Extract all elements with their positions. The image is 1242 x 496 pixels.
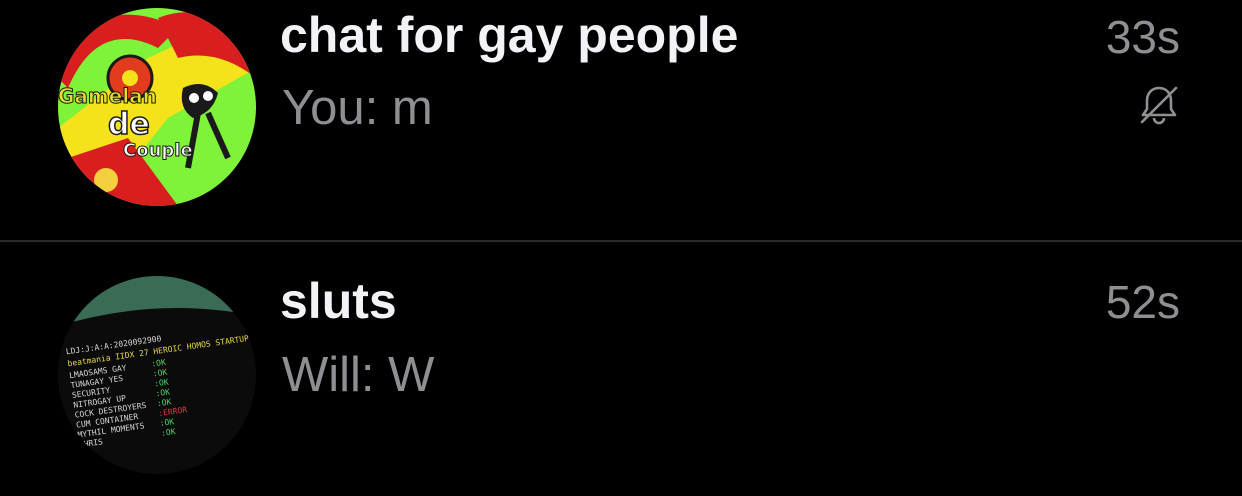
timestamp: 33s xyxy=(1105,11,1180,63)
group-avatar: LDJ:J:A:A:2020092900 beatmania IIDX 27 H… xyxy=(58,276,256,474)
bell-slash-icon xyxy=(1140,86,1178,125)
terminal-screen-avatar-icon: LDJ:J:A:A:2020092900 beatmania IIDX 27 H… xyxy=(58,276,256,474)
message-preview: You: m xyxy=(282,81,433,135)
sticker-art-avatar-icon: Gamelan de Couple xyxy=(58,8,256,206)
chat-title: chat for gay people xyxy=(280,7,739,63)
message-preview: Will: W xyxy=(282,348,435,402)
group-avatar: Gamelan de Couple xyxy=(58,8,256,206)
chat-title: sluts xyxy=(280,273,397,329)
avatar-text-line: Gamelan xyxy=(58,84,157,108)
chat-list-item[interactable]: Gamelan de Couple chat for gay people Yo… xyxy=(0,0,1242,240)
timestamp: 52s xyxy=(1105,276,1180,328)
chat-list-item[interactable]: LDJ:J:A:A:2020092900 beatmania IIDX 27 H… xyxy=(0,242,1242,482)
avatar-text-line: de xyxy=(108,107,150,142)
avatar-text-line: Couple xyxy=(123,140,193,161)
